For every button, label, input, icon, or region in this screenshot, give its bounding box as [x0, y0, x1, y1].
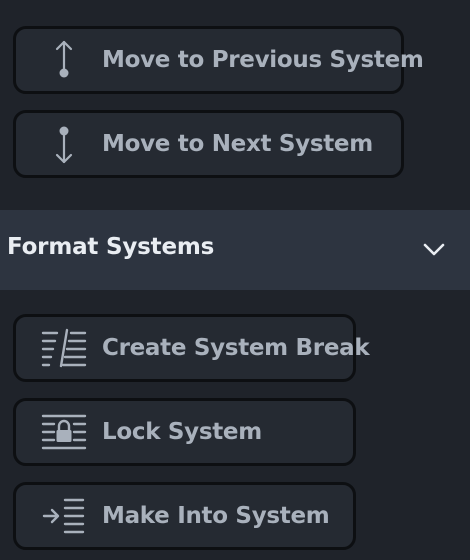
- make-into-system-button[interactable]: Make Into System: [13, 482, 356, 550]
- format-systems-title: Format Systems: [7, 234, 215, 260]
- lock-system-button[interactable]: Lock System: [13, 398, 356, 466]
- lock-system-icon: [40, 412, 88, 452]
- move-down-arrow-icon: [40, 124, 88, 164]
- create-system-break-label: Create System Break: [102, 335, 370, 361]
- chevron-down-icon[interactable]: [421, 236, 447, 262]
- system-navigation-section: Move to Previous System Move to Next Sys…: [0, 0, 470, 210]
- move-to-previous-system-button[interactable]: Move to Previous System: [13, 26, 424, 94]
- lock-system-label: Lock System: [102, 419, 262, 445]
- move-to-previous-system-label: Move to Previous System: [102, 47, 424, 73]
- move-up-arrow-icon: [40, 40, 88, 80]
- move-to-next-system-button[interactable]: Move to Next System: [13, 110, 404, 178]
- make-into-system-label: Make Into System: [102, 503, 330, 529]
- make-into-system-icon: [40, 496, 88, 536]
- format-systems-header[interactable]: Format Systems: [0, 210, 470, 290]
- move-to-next-system-label: Move to Next System: [102, 131, 373, 157]
- system-break-icon: [40, 328, 88, 368]
- create-system-break-button[interactable]: Create System Break: [13, 314, 370, 382]
- system-panel: Move to Previous System Move to Next Sys…: [0, 0, 470, 560]
